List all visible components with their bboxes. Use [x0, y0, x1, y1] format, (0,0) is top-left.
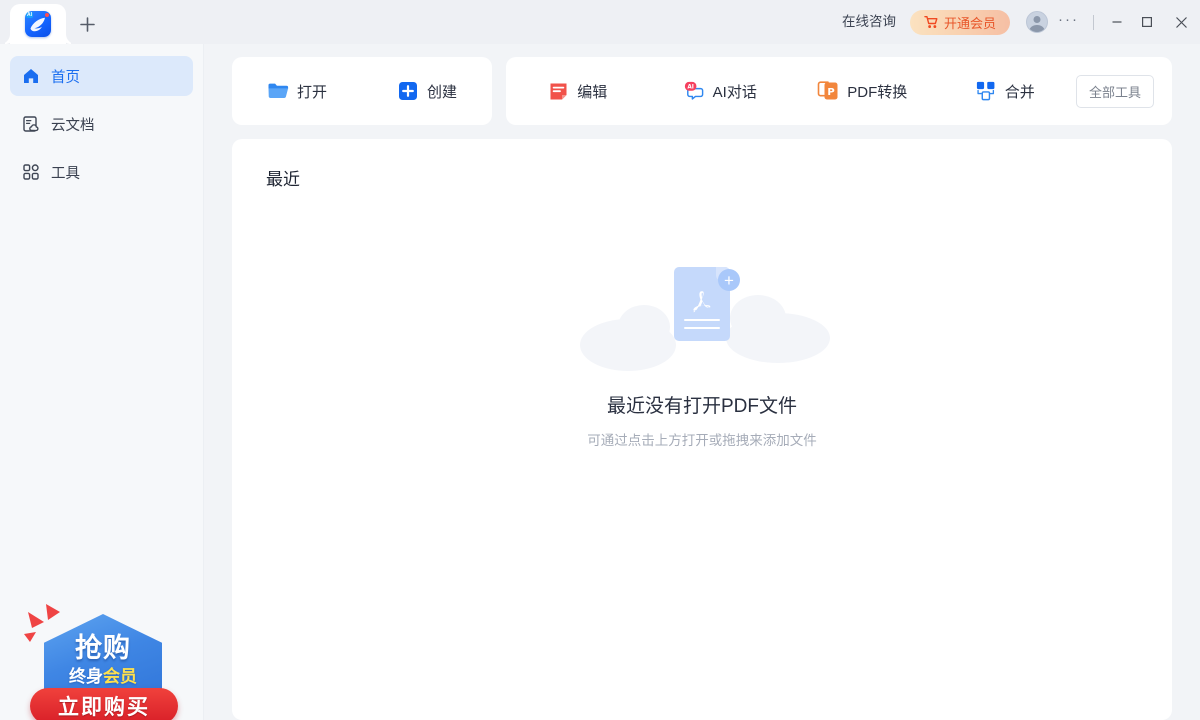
ai-chat-button[interactable]: AI AI对话	[649, 80, 792, 102]
edit-document-icon	[547, 80, 569, 102]
open-button-label: 打开	[296, 83, 327, 101]
shopping-cart-icon	[924, 15, 939, 29]
empty-state-title: 最近没有打开PDF文件	[606, 396, 797, 417]
close-icon	[1175, 16, 1187, 28]
empty-state-illustration: +	[572, 267, 832, 377]
cloud-shape-left-small	[618, 305, 670, 349]
promo-buy-now-button[interactable]: 立即购买	[30, 688, 178, 720]
recent-files-panel: 最近 + 最近没有打开PDF文件 可通过点击上方打开或拖拽来添加文件	[232, 139, 1172, 720]
merge-button-label: 合并	[1004, 83, 1035, 101]
grid-tools-icon	[22, 163, 40, 181]
main-content: 打开 创建 编辑 AI AI对话 P PDF转换 合并 全部工具 最近 + 最近…	[204, 44, 1200, 720]
activate-membership-label: 开通会员	[943, 15, 996, 31]
maximize-button[interactable]	[1132, 0, 1162, 44]
svg-text:AI: AI	[687, 84, 694, 90]
minimize-button[interactable]	[1102, 0, 1132, 44]
pdf-convert-icon: P	[817, 80, 839, 102]
pdf-document-line-2	[684, 326, 720, 329]
sidebar: 首页 云文档 工具 抢购 终身会员 立即购买	[0, 44, 204, 720]
promo-line2: 终身会员	[44, 662, 162, 687]
sidebar-item-tools[interactable]: 工具	[10, 152, 193, 192]
svg-text:P: P	[828, 87, 835, 98]
ai-badge-label: AI	[26, 12, 33, 18]
secondary-actions-card: 编辑 AI AI对话 P PDF转换 合并 全部工具	[506, 57, 1172, 125]
folder-open-icon	[267, 80, 289, 102]
pdf-convert-button-label: PDF转换	[847, 83, 908, 101]
cloud-document-icon	[22, 115, 40, 133]
all-tools-button[interactable]: 全部工具	[1076, 74, 1155, 108]
acrobat-glyph-icon	[693, 291, 711, 313]
titlebar-divider	[1093, 14, 1094, 30]
edit-button[interactable]: 编辑	[506, 80, 649, 102]
empty-state-subtitle: 可通过点击上方打开或拖拽来添加文件	[587, 433, 817, 448]
minimize-icon	[1112, 21, 1122, 23]
tab-strip: AI	[0, 0, 108, 44]
primary-actions-card: 打开 创建	[232, 57, 492, 125]
home-icon	[22, 67, 40, 85]
add-file-badge-icon: +	[718, 269, 740, 291]
open-button[interactable]: 打开	[232, 80, 362, 102]
close-button[interactable]	[1162, 0, 1200, 44]
app-window: AI 在线咨询 开通会员 ··· 首页 云文档 工具 抢购 终身会员 立即购买 …	[0, 0, 1200, 720]
sidebar-item-tools-label: 工具	[51, 165, 80, 182]
plus-square-icon	[397, 80, 419, 102]
merge-icon	[975, 80, 997, 102]
title-bar: AI 在线咨询 开通会员 ···	[0, 0, 1200, 44]
avatar	[1026, 11, 1048, 33]
edit-button-label: 编辑	[577, 83, 608, 101]
promo-line2-white: 终身	[69, 667, 103, 687]
promo-line1: 抢购	[75, 633, 131, 664]
recent-section-title: 最近	[266, 170, 300, 189]
pdf-document-line-1	[684, 318, 720, 321]
sidebar-item-cloud-document-label: 云文档	[51, 117, 95, 134]
notification-dot-icon	[45, 13, 49, 17]
account-avatar-button[interactable]	[1010, 11, 1056, 33]
empty-state: + 最近没有打开PDF文件 可通过点击上方打开或拖拽来添加文件	[232, 267, 1172, 449]
app-body: 首页 云文档 工具 抢购 终身会员 立即购买 打开 创建 编辑 AI AI对话 …	[0, 44, 1200, 720]
ai-chat-button-label: AI对话	[712, 83, 757, 101]
tab-home[interactable]: AI	[10, 4, 66, 44]
create-button[interactable]: 创建	[362, 80, 492, 102]
plus-icon	[79, 16, 95, 32]
more-menu-button[interactable]: ···	[1056, 11, 1085, 33]
maximize-icon	[1142, 17, 1153, 28]
ai-chat-icon: AI	[683, 80, 705, 102]
create-button-label: 创建	[426, 83, 457, 101]
toolbar-row: 打开 创建 编辑 AI AI对话 P PDF转换 合并 全部工具	[232, 57, 1172, 125]
merge-button[interactable]: 合并	[934, 80, 1077, 102]
sidebar-item-cloud-document[interactable]: 云文档	[10, 104, 193, 144]
cloud-shape-right-small	[730, 295, 786, 341]
titlebar-right-controls: 在线咨询 开通会员 ···	[828, 0, 1200, 44]
app-logo-icon: AI	[25, 11, 51, 37]
sidebar-item-home-label: 首页	[51, 69, 80, 86]
promo-line2-yellow: 会员	[103, 667, 137, 687]
activate-membership-button[interactable]: 开通会员	[909, 9, 1010, 35]
sidebar-item-home[interactable]: 首页	[10, 56, 193, 96]
promo-banner[interactable]: 抢购 终身会员 立即购买	[22, 602, 182, 720]
online-consult-button[interactable]: 在线咨询	[828, 15, 910, 29]
pdf-convert-button[interactable]: P PDF转换	[791, 80, 934, 102]
